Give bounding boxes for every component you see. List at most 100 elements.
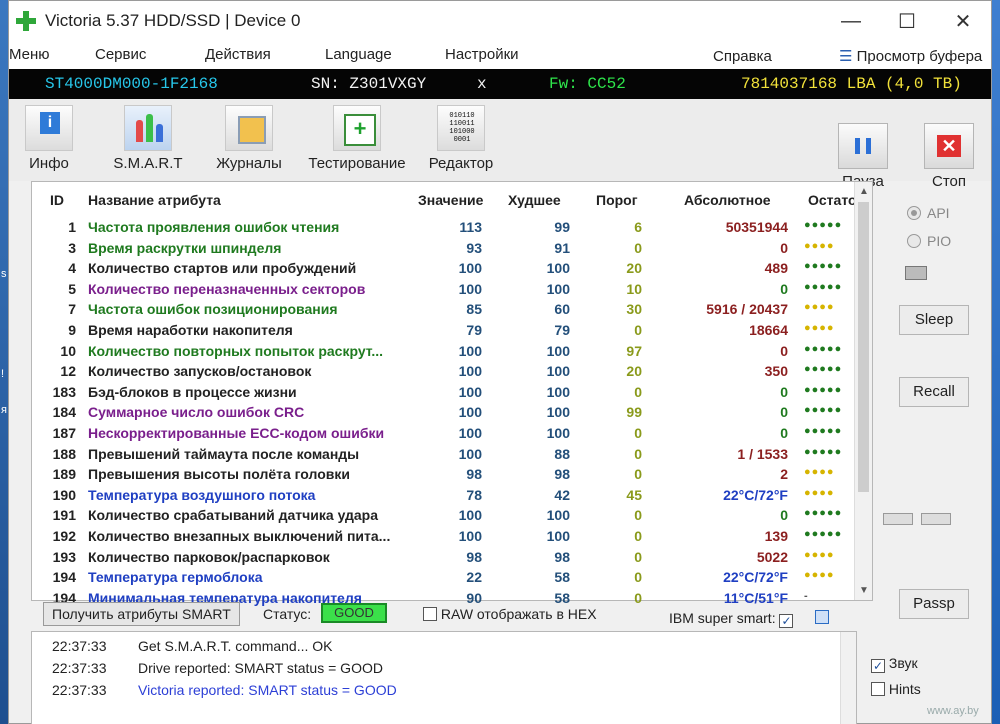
attr-name: Бэд-блоков в процессе жизни xyxy=(88,383,297,400)
attr-threshold: 0 xyxy=(634,548,642,565)
pio-radio-dot[interactable] xyxy=(907,234,921,248)
table-row[interactable]: 9 Время наработки накопителя 79 79 0 18664 ●●●… xyxy=(32,321,852,342)
attr-worst: 98 xyxy=(554,466,570,483)
attr-id: 194 xyxy=(52,569,76,586)
attr-absolute: 5022 xyxy=(756,548,788,565)
api-radio[interactable]: API xyxy=(907,205,950,221)
sound-option[interactable]: ✓ Звук xyxy=(871,655,918,673)
table-row[interactable]: 183 Бэд-блоков в процессе жизни 100 100 0 0 ●●… xyxy=(32,383,852,404)
attr-value: 98 xyxy=(466,548,482,565)
table-row[interactable]: 1 Частота проявления ошибок чтения 113 99 6 5… xyxy=(32,218,852,239)
get-smart-button[interactable]: Получить атрибуты SMART xyxy=(43,602,240,626)
ibm-color-square[interactable] xyxy=(815,610,829,624)
table-row[interactable]: 194 Температура гермоблока 22 58 0 22°C/72°F ●… xyxy=(32,568,852,589)
log-scrollbar[interactable] xyxy=(840,632,856,724)
attr-remaining-dots: ●●●●● xyxy=(804,363,843,376)
stop-button[interactable]: ✕ Стоп xyxy=(917,123,981,190)
scroll-up-icon[interactable]: ▲ xyxy=(859,186,869,197)
testing-button[interactable]: Тестирование xyxy=(305,105,409,172)
maximize-button[interactable]: ☐ xyxy=(879,1,935,41)
sound-checkbox[interactable]: ✓ xyxy=(871,659,885,673)
editor-button[interactable]: Редактор xyxy=(425,105,497,172)
attr-name: Температура воздушного потока xyxy=(88,486,316,503)
buffer-view-button[interactable]: ☰ Просмотр буфера xyxy=(839,47,982,65)
sleep-button[interactable]: Sleep xyxy=(899,305,969,335)
attr-worst: 60 xyxy=(554,301,570,318)
log-message: Get S.M.A.R.T. command... OK xyxy=(138,638,333,654)
attr-name: Количество повторных попыток раскрут... xyxy=(88,342,384,359)
hex-editor-icon xyxy=(437,105,485,151)
attr-id: 187 xyxy=(52,425,76,441)
attr-worst: 100 xyxy=(546,383,570,400)
menu-actions[interactable]: Действия xyxy=(205,46,271,63)
pio-radio[interactable]: PIO xyxy=(907,233,951,249)
menu-settings[interactable]: Настройки xyxy=(445,46,519,63)
attr-threshold: 0 xyxy=(634,322,642,338)
api-radio-dot[interactable] xyxy=(907,206,921,220)
table-row[interactable]: 3 Время раскрутки шпинделя 93 91 0 0 ●●●● xyxy=(32,239,852,260)
attr-remaining-dots: ●●●●● xyxy=(804,445,843,458)
mini-button-2[interactable] xyxy=(921,513,951,525)
attr-name: Нескорректированные ECC-кодом ошибки xyxy=(88,425,385,441)
table-row[interactable]: 193 Количество парковок/распарковок 98 98 0 5… xyxy=(32,548,852,569)
scroll-down-icon[interactable]: ▼ xyxy=(859,585,869,596)
minimize-button[interactable]: — xyxy=(823,1,879,41)
attr-id: 5 xyxy=(68,280,76,297)
table-row[interactable]: 188 Превышений таймаута после команды 100 8… xyxy=(32,445,852,466)
drive-close-icon[interactable]: x xyxy=(477,75,487,93)
passp-button[interactable]: Passp xyxy=(899,589,969,619)
table-row[interactable]: 189 Превышения высоты полёта головки 98 98 0… xyxy=(32,465,852,486)
raw-hex-checkbox[interactable] xyxy=(423,607,437,621)
attr-id: 12 xyxy=(60,363,76,380)
close-button[interactable]: ✕ xyxy=(935,1,991,41)
menu-main[interactable]: Меню xyxy=(9,46,50,63)
attr-absolute: 50351944 xyxy=(725,219,788,235)
attr-worst: 99 xyxy=(554,219,570,235)
table-row[interactable]: 10 Количество повторных попыток раскрут..… xyxy=(32,342,852,363)
attr-value: 100 xyxy=(458,342,482,359)
status-badge: GOOD xyxy=(321,603,387,623)
table-row[interactable]: 184 Суммарное число ошибок CRC 100 100 99 0 ●●… xyxy=(32,403,852,424)
attr-threshold: 6 xyxy=(634,219,642,235)
smart-button[interactable]: S.M.A.R.T xyxy=(105,105,191,172)
hints-checkbox[interactable] xyxy=(871,682,885,696)
raw-hex-option[interactable]: RAW отображать в HEX xyxy=(423,606,597,622)
attr-id: 3 xyxy=(68,239,76,256)
recall-button[interactable]: Recall xyxy=(899,377,969,407)
attr-id: 193 xyxy=(52,548,76,565)
attr-absolute: 0 xyxy=(780,239,788,256)
table-row[interactable]: 4 Количество стартов или пробуждений 100 10… xyxy=(32,259,852,280)
table-scrollbar[interactable]: ▲ ▼ xyxy=(854,182,872,600)
table-row[interactable]: 192 Количество внезапных выключений пита.… xyxy=(32,527,852,548)
attr-name: Температура гермоблока xyxy=(88,569,263,586)
attr-remaining-dots: ●●●●● xyxy=(804,383,843,396)
attr-threshold: 0 xyxy=(634,425,642,441)
attr-worst: 91 xyxy=(554,239,570,256)
menu-language[interactable]: Language xyxy=(325,46,392,63)
scroll-thumb[interactable] xyxy=(858,202,869,492)
ibm-checkbox[interactable]: ✓ xyxy=(779,614,794,628)
ibm-super-smart-option[interactable]: IBM super smart: ✓ xyxy=(669,610,794,628)
attr-name: Суммарное число ошибок CRC xyxy=(88,404,305,421)
attr-worst: 42 xyxy=(554,486,570,503)
menu-help[interactable]: Справка xyxy=(713,48,772,65)
attr-absolute: 350 xyxy=(764,363,788,380)
table-row[interactable]: 5 Количество переназначенных секторов 100 1… xyxy=(32,280,852,301)
mini-button-1[interactable] xyxy=(883,513,913,525)
pause-button[interactable]: Пауза xyxy=(831,123,895,190)
attr-name: Количество запусков/остановок xyxy=(88,363,312,380)
info-button[interactable]: Инфо xyxy=(19,105,79,172)
table-row[interactable]: 12 Количество запусков/остановок 100 100 20 3… xyxy=(32,362,852,383)
smart-attributes-table: ID Название атрибута Значение Худшее Пор… xyxy=(31,181,873,606)
attr-value: 100 xyxy=(458,507,482,524)
table-row[interactable]: 187 Нескорректированные ECC-кодом ошибки 1… xyxy=(32,424,852,445)
attr-name: Количество стартов или пробуждений xyxy=(88,260,357,277)
table-row[interactable]: 190 Температура воздушного потока 78 42 45 22… xyxy=(32,486,852,507)
attr-remaining-dots: ●●●●● xyxy=(804,280,843,293)
menu-service[interactable]: Сервис xyxy=(95,46,146,63)
table-row[interactable]: 7 Частота ошибок позиционирования 85 60 30 59… xyxy=(32,300,852,321)
logs-button[interactable]: Журналы xyxy=(213,105,285,172)
table-row[interactable]: 191 Количество срабатываний датчика удара… xyxy=(32,506,852,527)
attr-threshold: 97 xyxy=(626,342,642,359)
hints-option[interactable]: Hints xyxy=(871,681,921,697)
